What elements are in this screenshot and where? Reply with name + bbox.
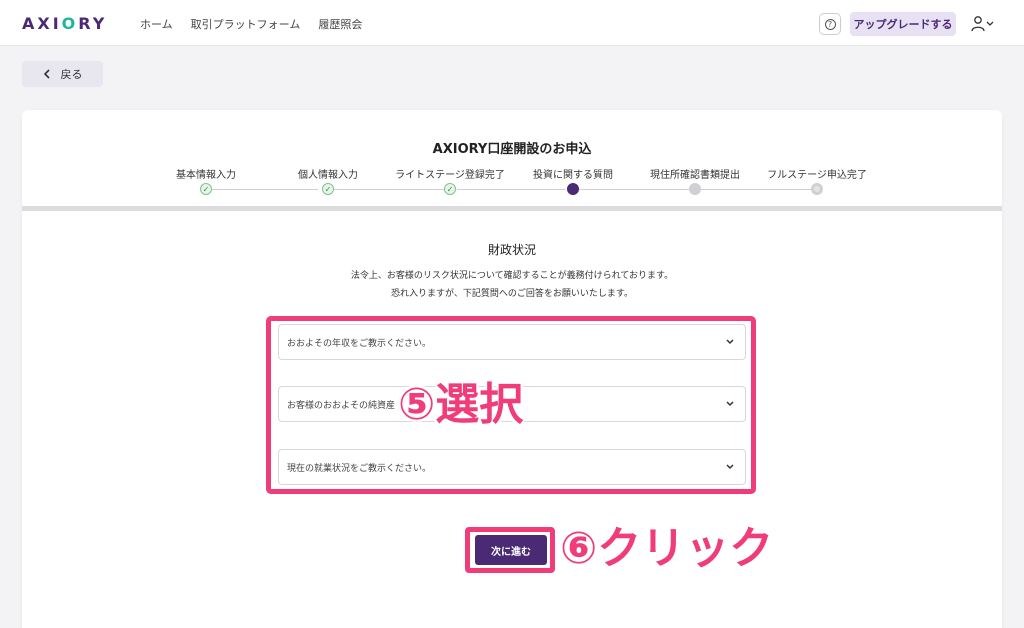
progress-stepper: 基本情報入力 個人情報入力 ライトステージ登録完了 投資に関する質問 現住所確認… xyxy=(22,110,1002,210)
main-nav: ホーム 取引プラットフォーム 履歴照会 xyxy=(140,16,362,32)
step-connector xyxy=(457,189,566,190)
step-label-lite-stage: ライトステージ登録完了 xyxy=(395,170,505,181)
step-label-address-proof: 現住所確認書類提出 xyxy=(650,170,740,181)
nav-home[interactable]: ホーム xyxy=(140,16,173,32)
back-label: 戻る xyxy=(60,68,83,81)
chevron-left-icon xyxy=(43,69,50,79)
step-connector xyxy=(334,189,445,190)
step-label-investment-questions: 投資に関する質問 xyxy=(533,170,613,181)
upgrade-button[interactable]: アップグレードする xyxy=(850,12,956,36)
pending-step-dot xyxy=(811,183,823,195)
select-placeholder: おおよその年収をご教示ください。 xyxy=(287,338,432,349)
step-label-basic-info: 基本情報入力 xyxy=(176,170,236,181)
pending-step-dot xyxy=(689,183,701,195)
current-step-dot xyxy=(567,183,579,195)
help-button[interactable]: ? xyxy=(819,13,841,35)
select-placeholder: 現在の就業状況をご教示ください。 xyxy=(287,463,432,474)
chevron-down-icon xyxy=(726,464,734,470)
axiory-logo[interactable]: AXIORY xyxy=(22,14,107,33)
annotation-select-step: ⑤選択 xyxy=(398,379,524,430)
step-label-full-stage: フルステージ申込完了 xyxy=(767,170,867,181)
user-icon xyxy=(971,16,994,32)
back-button[interactable]: 戻る xyxy=(22,61,103,87)
chevron-down-icon xyxy=(726,339,734,345)
nav-trading-platform[interactable]: 取引プラットフォーム xyxy=(191,16,301,32)
section-description: 恐れ入りますが、下記質問へのご回答をお願いいたします。 xyxy=(391,289,633,299)
employment-status-select[interactable]: 現在の就業状況をご教示ください。 xyxy=(278,449,746,485)
annotation-click-step: ⑥クリック xyxy=(560,523,774,574)
section-description: 法令上、お客様のリスク状況について確認することが義務付けられております。 xyxy=(350,271,674,281)
section-title: 財政状況 xyxy=(487,243,536,257)
check-icon: ✓ xyxy=(444,183,456,195)
annual-income-select[interactable]: おおよその年収をご教示ください。 xyxy=(278,324,746,360)
next-button[interactable]: 次に進む xyxy=(475,535,547,565)
step-connector xyxy=(212,189,318,190)
nav-history[interactable]: 履歴照会 xyxy=(318,16,362,32)
check-icon: ✓ xyxy=(200,183,212,195)
question-icon: ? xyxy=(824,18,836,30)
check-icon: ✓ xyxy=(322,183,334,195)
stepper-divider xyxy=(22,206,1002,211)
select-placeholder: お客様のおおよその純資産 xyxy=(287,400,396,411)
user-menu[interactable] xyxy=(970,14,996,34)
step-connector xyxy=(579,189,689,190)
step-label-personal-info: 個人情報入力 xyxy=(298,170,358,181)
chevron-down-icon xyxy=(726,401,734,407)
step-connector xyxy=(701,189,811,190)
top-navigation-bar: AXIORY ホーム 取引プラットフォーム 履歴照会 ? アップグレードする xyxy=(0,0,1024,46)
